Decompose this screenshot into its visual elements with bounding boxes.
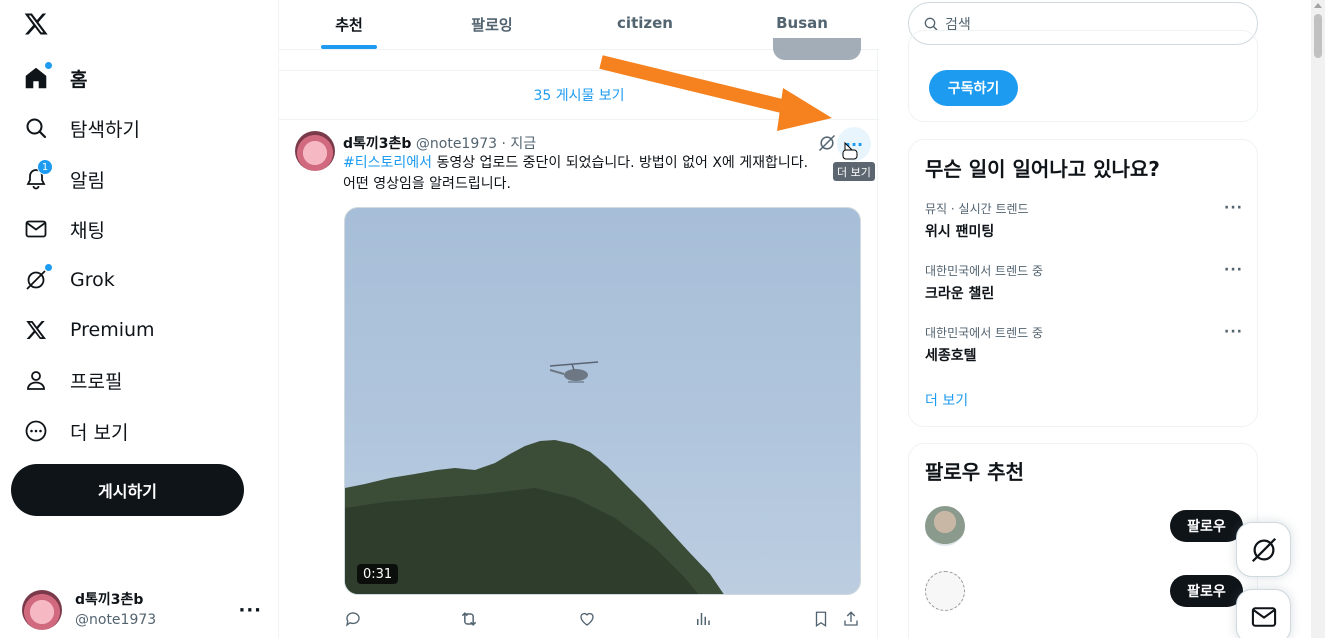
trend-item[interactable]: 대한민국에서 트렌드 중 크라운 챌린 ··· — [925, 262, 1243, 303]
nav-label-home: 홈 — [70, 68, 88, 91]
tweet-author-handle[interactable]: @note1973 — [416, 136, 497, 152]
page-scrollbar[interactable] — [1311, 0, 1325, 638]
account-more-icon[interactable]: ··· — [238, 600, 262, 621]
account-name: d톡끼3촌b — [75, 592, 144, 608]
retweet-icon[interactable] — [459, 609, 479, 629]
nav-label-explore: 탐색하기 — [70, 118, 140, 141]
nav-label-profile: 프로필 — [70, 370, 123, 393]
video-duration: 0:31 — [357, 564, 399, 584]
scroll-thumb[interactable] — [1314, 14, 1322, 58]
mail-icon — [22, 215, 50, 243]
search-icon — [22, 114, 50, 142]
nav-profile[interactable]: 프로필 — [22, 364, 122, 396]
notification-dot — [45, 62, 52, 69]
trend-more-icon[interactable]: ··· — [1224, 324, 1243, 340]
grok-dot — [45, 264, 52, 271]
nav-explore[interactable]: 탐색하기 — [22, 112, 140, 144]
views-icon[interactable] — [693, 609, 713, 629]
avatar[interactable] — [925, 571, 965, 611]
trend-more-icon[interactable]: ··· — [1224, 262, 1243, 278]
trends-card: 무슨 일이 일어나고 있나요? 뮤직 · 실시간 트렌드 위시 팬미팅 ··· … — [908, 139, 1258, 427]
grok-fab[interactable] — [1236, 522, 1291, 577]
more-circle-icon — [22, 417, 50, 445]
trend-meta: 대한민국에서 트렌드 중 — [925, 264, 1044, 278]
like-icon[interactable] — [577, 609, 597, 629]
nav-notifications[interactable]: 1 알림 — [22, 159, 105, 195]
subscribe-button[interactable]: 구독하기 — [929, 70, 1018, 106]
account-switcher[interactable]: d톡끼3촌b @note1973 ··· — [22, 588, 262, 632]
hashtag-link[interactable]: #티스토리에서 — [343, 155, 432, 171]
tweet-actions — [343, 609, 863, 629]
grok-icon — [1251, 537, 1276, 562]
trend-item[interactable]: 뮤직 · 실시간 트렌드 위시 팬미팅 ··· — [925, 200, 1243, 241]
tab-following[interactable]: 팔로잉 — [419, 0, 565, 50]
notification-badge: 1 — [37, 159, 53, 175]
nav-label-premium: Premium — [70, 319, 155, 341]
trend-meta: 뮤직 · 실시간 트렌드 — [925, 202, 1029, 216]
follow-title: 팔로우 추천 — [925, 460, 1024, 484]
trends-show-more[interactable]: 더 보기 — [925, 390, 968, 410]
trend-more-icon[interactable]: ··· — [1224, 200, 1243, 216]
nav-more[interactable]: 더 보기 — [22, 415, 128, 447]
tweet-text: #티스토리에서 동영상 업로드 중단이 되었습니다. 방법이 없어 X에 게재합… — [343, 153, 823, 195]
tweet-time[interactable]: · 지금 — [502, 136, 537, 152]
nav-label-chat: 채팅 — [70, 219, 105, 242]
scrolled-content-fragment — [773, 38, 861, 60]
trend-name: 크라운 챌린 — [925, 286, 995, 302]
show-new-posts[interactable]: 35 게시물 보기 — [279, 70, 879, 120]
account-handle: @note1973 — [75, 612, 157, 628]
tweet-author-name[interactable]: d톡끼3촌b — [343, 136, 411, 152]
tweet-avatar[interactable] — [295, 131, 335, 171]
nav-label-grok: Grok — [70, 269, 115, 291]
who-to-follow-card: 팔로우 추천 팔로우 팔로우 — [908, 443, 1258, 638]
bookmark-icon[interactable] — [811, 609, 831, 629]
avatar[interactable] — [925, 506, 965, 546]
follow-suggestion[interactable]: 팔로우 — [925, 506, 1243, 546]
avatar — [22, 590, 62, 630]
trend-item[interactable]: 대한민국에서 트렌드 중 세종호텔 ··· — [925, 324, 1243, 365]
grok-icon[interactable] — [817, 133, 837, 153]
scroll-up-icon[interactable] — [1314, 3, 1322, 8]
tweet[interactable]: d톡끼3촌b @note1973 · 지금 ··· 더 보기 #티스토리에서 동… — [279, 121, 879, 638]
trend-name: 세종호텔 — [925, 348, 977, 364]
trends-title: 무슨 일이 일어나고 있나요? — [925, 157, 1160, 181]
nav-label-more: 더 보기 — [70, 421, 129, 444]
tweet-video[interactable]: 0:31 — [344, 207, 861, 595]
trend-name: 위시 팬미팅 — [925, 224, 995, 240]
premium-card: 구독하기 — [908, 30, 1258, 122]
tab-recommended[interactable]: 추천 — [279, 0, 419, 50]
post-button[interactable]: 게시하기 — [11, 464, 244, 516]
left-sidebar: 홈 탐색하기 1 알림 채팅 Grok Premium 프로필 더 보기 게시하… — [0, 0, 278, 638]
person-icon — [22, 366, 50, 394]
mail-icon — [1251, 606, 1276, 627]
video-frame — [345, 361, 724, 594]
reply-icon[interactable] — [343, 609, 363, 629]
nav-premium[interactable]: Premium — [22, 314, 155, 346]
trend-meta: 대한민국에서 트렌드 중 — [925, 326, 1044, 340]
follow-button[interactable]: 팔로우 — [1170, 510, 1243, 542]
bell-icon: 1 — [22, 159, 53, 193]
share-icon[interactable] — [841, 609, 861, 629]
home-icon — [22, 62, 52, 92]
tweet-header: d톡끼3촌b @note1973 · 지금 — [343, 133, 536, 153]
main-feed: 추천 팔로잉 citizen Busan 35 게시물 보기 d톡끼3촌b @n… — [278, 0, 879, 638]
nav-label-notifications: 알림 — [70, 169, 105, 192]
messages-fab[interactable] — [1236, 589, 1291, 638]
grok-icon — [22, 264, 52, 294]
tweet-more-button[interactable]: ··· — [837, 127, 871, 161]
more-tooltip: 더 보기 — [833, 162, 875, 181]
tab-active-indicator — [321, 45, 377, 49]
nav-chat[interactable]: 채팅 — [22, 213, 105, 245]
follow-button[interactable]: 팔로우 — [1170, 575, 1243, 607]
tab-citizen[interactable]: citizen — [565, 0, 725, 50]
x-logo-icon — [22, 316, 50, 344]
nav-home[interactable]: 홈 — [22, 62, 87, 94]
nav-grok[interactable]: Grok — [22, 264, 115, 296]
follow-suggestion[interactable]: 팔로우 — [925, 571, 1243, 611]
x-logo-icon[interactable] — [22, 10, 50, 38]
